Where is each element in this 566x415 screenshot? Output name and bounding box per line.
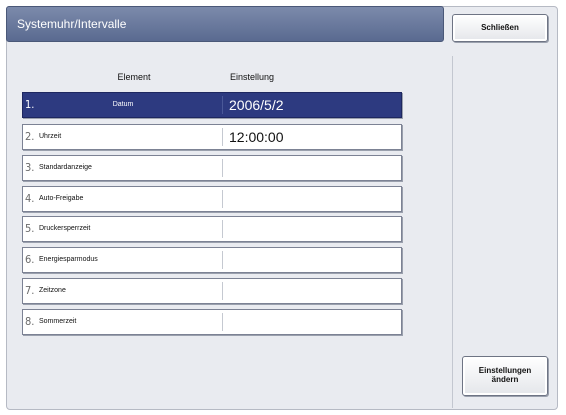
row-value: 2006/5/2 [229,97,284,113]
row-number: 5. [25,222,35,235]
settings-row-zeitzone[interactable]: 7. Zeitzone [22,278,402,304]
row-number: 2. [25,130,35,143]
settings-row-energiesparmodus[interactable]: 6. Energiesparmodus [22,247,402,273]
row-separator [222,128,223,146]
row-label: Standardanzeige [39,164,92,171]
column-divider [452,56,453,408]
row-number: 8. [25,315,35,328]
column-header-setting: Einstellung [230,72,275,82]
change-settings-label: Einstellungen ändern [478,366,532,384]
row-number: 6. [25,253,35,266]
row-label: Datum [112,101,134,108]
row-separator [222,220,223,238]
close-button[interactable]: Schließen [452,14,548,42]
row-separator [222,159,223,177]
settings-row-standardanzeige[interactable]: 3. Standardanzeige [22,155,402,181]
row-label: Sommerzeit [39,318,77,325]
row-label: Auto-Freigabe [39,195,84,202]
row-separator [222,96,223,114]
column-header-element: Element [117,72,151,82]
row-label: Uhrzeit [39,133,62,140]
settings-row-druckersperrzeit[interactable]: 5. Druckersperrzeit [22,216,402,242]
title-bar: Systemuhr/Intervalle [6,6,444,42]
row-separator [222,282,223,300]
row-number: 7. [25,284,35,297]
settings-row-uhrzeit[interactable]: 2. Uhrzeit 12:00:00 [22,124,402,150]
row-separator [222,251,223,269]
row-label: Zeitzone [39,287,66,294]
row-separator [222,313,223,331]
row-label: Druckersperrzeit [39,225,91,232]
row-number: 4. [25,192,35,205]
row-value: 12:00:00 [229,129,284,145]
settings-row-datum[interactable]: 1. Datum 2006/5/2 [22,92,402,118]
row-separator [222,190,223,208]
change-settings-button[interactable]: Einstellungen ändern [462,356,548,396]
window-title: Systemuhr/Intervalle [17,17,127,31]
row-label: Energiesparmodus [39,256,98,263]
row-number: 3. [25,161,35,174]
settings-row-sommerzeit[interactable]: 8. Sommerzeit [22,309,402,335]
settings-row-auto-freigabe[interactable]: 4. Auto-Freigabe [22,186,402,212]
